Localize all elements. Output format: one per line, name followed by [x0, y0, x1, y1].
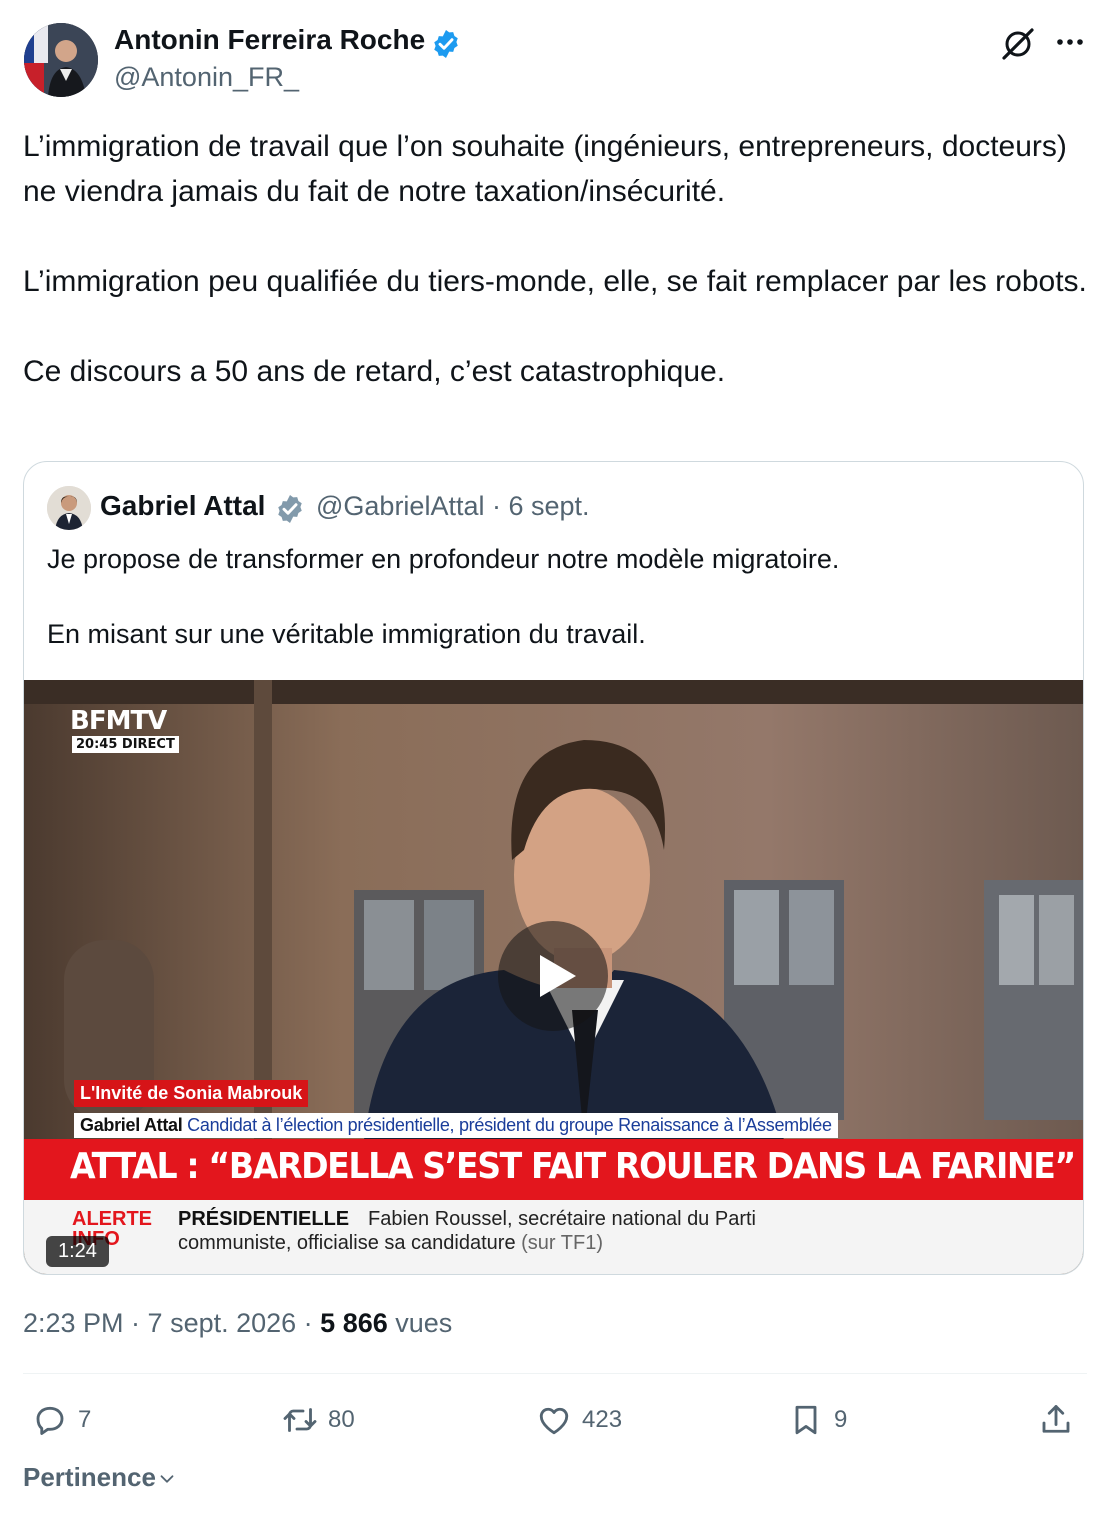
quoted-tweet[interactable]: Gabriel Attal @GabrielAttal · 6 sept. Je…: [23, 461, 1084, 1275]
more-options-icon[interactable]: [1054, 26, 1086, 58]
tweet-paragraph: L’immigration peu qualifiée du tiers-mon…: [23, 265, 1087, 298]
tweet-paragraph: Ce discours a 50 ans de retard, c’est ca…: [23, 355, 726, 388]
play-icon: [540, 955, 576, 997]
verified-gray-icon: [278, 495, 302, 523]
quote-author-name[interactable]: Gabriel Attal: [100, 490, 265, 522]
guest-role: Candidat à l’élection présidentielle, pr…: [187, 1115, 832, 1135]
tweet-paragraph: L’immigration de travail que l’on souhai…: [23, 130, 1067, 208]
alert-label-line1: ALERTE: [72, 1208, 152, 1230]
reply-icon: [36, 1406, 64, 1435]
grok-icon[interactable]: [1000, 26, 1036, 62]
heart-icon: [539, 1407, 569, 1435]
author-name[interactable]: Antonin Ferreira Roche: [114, 24, 425, 56]
views-label: vues: [387, 1308, 453, 1338]
ticker-source: (sur TF1): [521, 1232, 603, 1254]
ticker-line-2-text: communiste, officialise sa candidature: [178, 1232, 516, 1254]
author-avatar[interactable]: [24, 23, 98, 97]
sort-dropdown[interactable]: Pertinence: [23, 1462, 178, 1493]
bookmark-count: 9: [834, 1406, 848, 1433]
video-duration: 1:24: [46, 1236, 109, 1267]
play-button[interactable]: [498, 921, 608, 1031]
guest-strip: Gabriel Attal Candidat à l’élection prés…: [74, 1113, 838, 1138]
divider: [23, 1373, 1087, 1374]
reply-button[interactable]: 7: [32, 1398, 91, 1442]
quote-handle-date[interactable]: @GabrielAttal · 6 sept.: [316, 491, 590, 522]
channel-logo: BFMTV: [70, 706, 167, 736]
views-count: 5 866: [320, 1308, 388, 1338]
author-handle[interactable]: @Antonin_FR_: [114, 62, 299, 93]
timestamp-text[interactable]: 2:23 PM · 7 sept. 2026 ·: [23, 1308, 320, 1338]
retweet-button[interactable]: 80: [282, 1398, 355, 1442]
tweet-text: L’immigration de travail que l’on souhai…: [23, 124, 1093, 394]
tweet-timestamp[interactable]: 2:23 PM · 7 sept. 2026 · 5 866 vues: [23, 1308, 452, 1339]
video-headline: ATTAL : “BARDELLA S’EST FAIT ROULER DANS…: [70, 1146, 1076, 1187]
video-player[interactable]: BFMTV 20:45 DIRECT L'Invité de Sonia Mab…: [24, 680, 1083, 1274]
retweet-icon: [283, 1408, 317, 1432]
quote-paragraph: En misant sur une véritable immigration …: [47, 619, 646, 649]
share-button[interactable]: [1038, 1398, 1084, 1442]
ticker-line-1: Fabien Roussel, secrétaire national du P…: [368, 1208, 756, 1230]
channel-time: 20:45 DIRECT: [72, 736, 179, 753]
chevron-down-icon: [160, 1475, 174, 1483]
quote-avatar[interactable]: [47, 486, 91, 530]
show-label: L'Invité de Sonia Mabrouk: [74, 1080, 309, 1107]
ticker-line-2: communiste, officialise sa candidature (…: [178, 1232, 603, 1255]
guest-name: Gabriel Attal: [80, 1115, 183, 1135]
share-icon: [1042, 1405, 1070, 1433]
ticker-topic: PRÉSIDENTIELLE: [178, 1208, 350, 1230]
bookmark-button[interactable]: 9: [788, 1398, 847, 1442]
like-count: 423: [582, 1406, 623, 1433]
quote-paragraph: Je propose de transformer en profondeur …: [47, 544, 840, 574]
sort-label[interactable]: Pertinence: [23, 1462, 156, 1492]
like-button[interactable]: 423: [536, 1398, 622, 1442]
bookmark-icon: [795, 1405, 817, 1435]
reply-count: 7: [78, 1406, 92, 1433]
quote-text: Je propose de transformer en profondeur …: [47, 540, 1057, 653]
retweet-count: 80: [328, 1406, 355, 1433]
verified-icon: [434, 30, 458, 58]
